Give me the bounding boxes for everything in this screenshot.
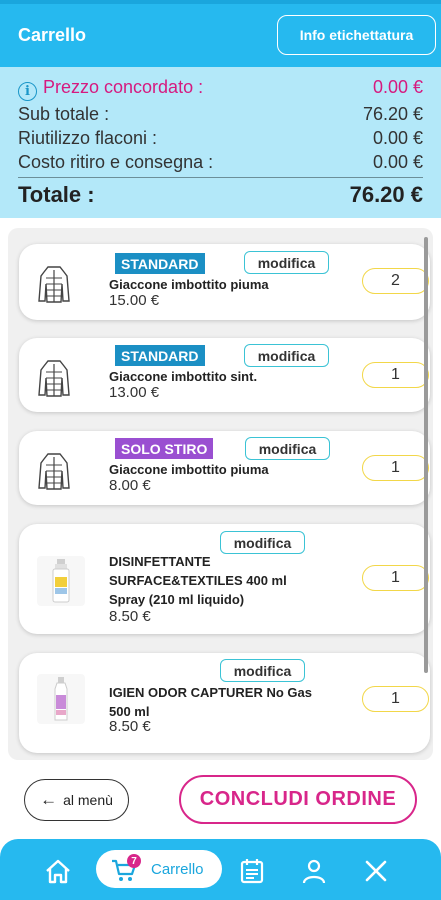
bottom-nav: 7 Carrello	[0, 839, 441, 900]
item-price: 15.00 €	[109, 292, 160, 309]
item-name-line: Spray (210 ml liquido)	[109, 592, 245, 607]
totale-label: Totale :	[18, 182, 95, 207]
jacket-icon	[38, 360, 70, 397]
cart-item: modifica IGIEN ODOR CAPTURER No Gas 500 …	[19, 653, 430, 753]
cart-item: STANDARD modifica Giaccone imbottito sin…	[19, 338, 430, 412]
totale-value: 76.20 €	[349, 182, 423, 207]
costo-ritiro-value: 0.00 €	[372, 152, 423, 172]
item-price: 8.50 €	[109, 718, 151, 735]
quantity-field[interactable]: 1	[362, 362, 429, 388]
summary-sub-totale: Sub totale : 76.20 €	[18, 104, 423, 125]
item-name-line: IGIEN ODOR CAPTURER No Gas	[109, 685, 312, 700]
calendar-icon[interactable]	[238, 858, 266, 884]
close-icon[interactable]	[362, 858, 390, 884]
summary-riutilizzo: Riutilizzo flaconi : 0.00 €	[18, 128, 423, 149]
cart-item: SOLO STIRO modifica Giaccone imbottito p…	[19, 431, 430, 505]
summary-divider	[18, 177, 423, 178]
list-scrollbar[interactable]	[424, 237, 428, 673]
prezzo-concordato-label: i Prezzo concordato :	[18, 77, 203, 101]
product-image	[37, 674, 85, 724]
top-edge	[0, 0, 441, 4]
modifica-button[interactable]: modifica	[220, 531, 305, 554]
bottle-icon	[54, 677, 68, 721]
cart-item: STANDARD modifica Giaccone imbottito piu…	[19, 244, 430, 320]
info-etichettatura-button[interactable]: Info etichettatura	[277, 15, 436, 55]
product-image	[37, 556, 85, 606]
quantity-field[interactable]: 1	[362, 455, 429, 481]
item-price: 8.50 €	[109, 608, 151, 625]
item-name-line: DISINFETTANTE	[109, 554, 211, 569]
service-badge: SOLO STIRO	[115, 438, 214, 459]
top-bar: Carrello Info etichettatura	[0, 0, 441, 67]
summary-totale: Totale : 76.20 €	[18, 182, 423, 208]
nav-cart-tab[interactable]: 7 Carrello	[96, 850, 222, 888]
page-title: Carrello	[18, 25, 87, 45]
cart-count-badge: 7	[127, 854, 141, 868]
modifica-button[interactable]: modifica	[244, 251, 329, 274]
summary-costo-ritiro: Costo ritiro e consegna : 0.00 €	[18, 152, 423, 173]
sub-totale-value: 76.20 €	[362, 104, 423, 124]
concludi-ordine-button[interactable]: CONCLUDI ORDINE	[179, 775, 417, 824]
quantity-field[interactable]: 2	[362, 268, 429, 294]
service-badge: STANDARD	[115, 253, 205, 274]
riutilizzo-label: Riutilizzo flaconi :	[18, 128, 158, 148]
jacket-icon	[38, 453, 70, 490]
quantity-field[interactable]: 1	[362, 686, 429, 712]
item-name: IGIEN ODOR CAPTURER No Gas 500 ml	[109, 683, 312, 721]
jacket-icon	[38, 266, 70, 303]
modifica-button[interactable]: modifica	[220, 659, 305, 682]
quantity-field[interactable]: 1	[362, 565, 429, 591]
service-badge: STANDARD	[115, 345, 205, 366]
spray-bottle-icon	[52, 559, 70, 603]
back-to-menu-button[interactable]: ← al menù	[24, 779, 129, 821]
back-to-menu-label: al menù	[63, 792, 113, 808]
item-name: DISINFETTANTE SURFACE&TEXTILES 400 ml Sp…	[109, 552, 287, 609]
arrow-left-icon: ←	[40, 790, 58, 809]
item-price: 13.00 €	[109, 384, 160, 401]
cart-list[interactable]: STANDARD modifica Giaccone imbottito piu…	[8, 228, 433, 760]
nav-cart-label: Carrello	[151, 861, 204, 878]
riutilizzo-value: 0.00 €	[372, 128, 423, 148]
prezzo-concordato-value: 0.00 €	[372, 77, 423, 97]
summary-prezzo-concordato: i Prezzo concordato : 0.00 €	[18, 77, 423, 101]
costo-ritiro-label: Costo ritiro e consegna :	[18, 152, 214, 172]
item-price: 8.00 €	[109, 477, 151, 494]
modifica-button[interactable]: modifica	[245, 437, 330, 460]
modifica-button[interactable]: modifica	[244, 344, 329, 367]
sub-totale-label: Sub totale :	[18, 104, 110, 124]
item-name-line: SURFACE&TEXTILES 400 ml	[109, 573, 287, 588]
cart-item: modifica DISINFETTANTE SURFACE&TEXTILES …	[19, 524, 430, 634]
home-icon[interactable]	[44, 858, 72, 884]
prezzo-concordato-text: Prezzo concordato :	[43, 77, 204, 97]
user-icon[interactable]	[300, 858, 328, 884]
info-icon[interactable]: i	[18, 82, 37, 101]
